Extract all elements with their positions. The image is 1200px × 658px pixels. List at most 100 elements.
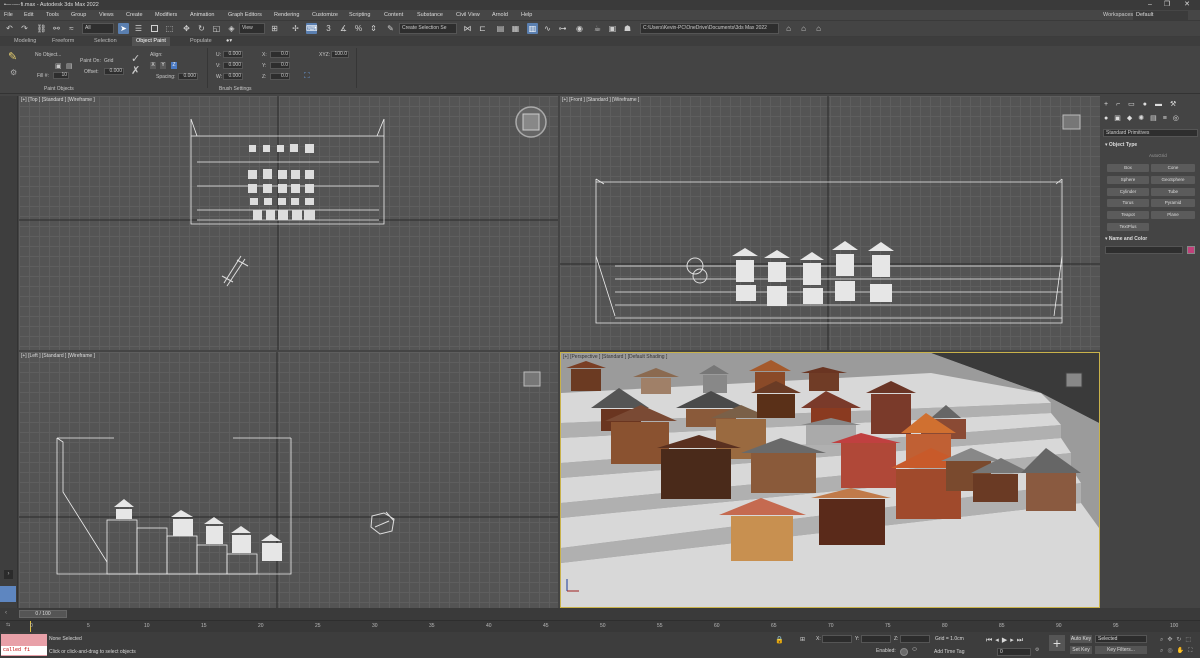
pivot-center-icon[interactable]: ⊞ [269, 23, 280, 34]
playback-controls[interactable]: ⏮◂▶▸⏭ [986, 636, 1026, 645]
viewport-perspective-label[interactable]: [+] [Perspective ] [Standard ] [Default … [563, 354, 667, 360]
time-tag-icon[interactable]: ⬭ [912, 647, 917, 654]
paint-settings-icon[interactable]: ⚙ [10, 68, 17, 77]
named-selection-set-dropdown[interactable]: Create Selection Se [399, 23, 457, 34]
fill-spinner[interactable]: 10 [53, 72, 69, 79]
box-button[interactable]: Box [1107, 164, 1149, 172]
w-spinner[interactable]: 0.000 [223, 73, 243, 80]
adaptive-degradation-toggle[interactable] [900, 648, 908, 656]
rotate-icon[interactable]: ↻ [196, 23, 207, 34]
y-coord-field[interactable] [861, 635, 891, 643]
primitives-dropdown[interactable]: Standard Primitives [1103, 129, 1198, 137]
time-prev-icon[interactable]: ‹ [5, 610, 7, 616]
menu-content[interactable]: Content [384, 10, 403, 21]
scale-icon[interactable]: ◱ [211, 23, 222, 34]
object-type-rollout[interactable]: ▾ Object Type [1105, 142, 1137, 148]
viewport-navigation-icons[interactable]: ⌕✥↻⬚ [1160, 636, 1195, 644]
u-spinner[interactable]: 0.000 [223, 51, 243, 58]
redo-icon[interactable]: ↷ [19, 23, 30, 34]
key-mode-dropdown[interactable]: Selected [1095, 635, 1147, 643]
project-folder-icon[interactable]: ⌂ [783, 23, 794, 34]
current-frame-field[interactable]: 0 [997, 648, 1031, 656]
add-time-tag[interactable]: Add Time Tag [934, 649, 964, 655]
tab-selection[interactable]: Selection [94, 37, 117, 46]
menu-modifiers[interactable]: Modifiers [155, 10, 177, 21]
manipulate-icon[interactable]: ✢ [290, 23, 301, 34]
x-coord-field[interactable] [822, 635, 852, 643]
open-folder-icon[interactable]: ⌂ [813, 23, 824, 34]
erase-icon[interactable]: ✗ [131, 64, 140, 77]
cylinder-button[interactable]: Cylinder [1107, 188, 1149, 196]
window-crossing-icon[interactable]: ⬚ [164, 23, 175, 34]
spinner-snap-icon[interactable]: ⇕ [368, 23, 379, 34]
menu-views[interactable]: Views [99, 10, 114, 21]
angle-snap-icon[interactable]: ∡ [338, 23, 349, 34]
toggle-layer-explorer-icon[interactable]: ▦ [510, 23, 521, 34]
project-path-field[interactable]: C:\Users\Kevin-PC\OneDrive\Documents\3ds… [640, 23, 779, 34]
y-spinner[interactable]: 0.0 [270, 62, 290, 69]
menu-civil-view[interactable]: Civil View [456, 10, 480, 21]
object-name-field[interactable] [1105, 246, 1183, 254]
menu-scripting[interactable]: Scripting [349, 10, 370, 21]
menu-substance[interactable]: Substance [417, 10, 443, 21]
paint-brush-icon[interactable]: ✎ [8, 50, 17, 63]
maximize-button[interactable]: ❐ [1160, 0, 1174, 10]
menu-file[interactable]: File [4, 10, 13, 21]
plane-button[interactable]: Plane [1151, 211, 1195, 219]
no-object-label[interactable]: No Object... [35, 52, 61, 58]
tab-populate[interactable]: Populate [190, 37, 212, 46]
offset-spinner[interactable]: 0.000 [104, 68, 124, 75]
menu-help[interactable]: Help [521, 10, 532, 21]
toggle-scene-explorer-icon[interactable]: ▤ [495, 23, 506, 34]
curve-editor-icon[interactable]: ∿ [542, 23, 553, 34]
mini-curve-icon[interactable]: ⇆ [6, 622, 10, 628]
minimize-button[interactable]: – [1143, 0, 1157, 10]
close-button[interactable]: ✕ [1180, 0, 1194, 10]
viewport-layout-icon[interactable] [0, 586, 16, 602]
brush-settings-group-label[interactable]: Brush Settings [219, 86, 252, 92]
torus-button[interactable]: Torus [1107, 199, 1149, 207]
viewport-left[interactable]: [+] [Left ] [Standard ] [Wireframe ] [19, 352, 558, 608]
set-project-icon[interactable]: ⌂ [798, 23, 809, 34]
sphere-button[interactable]: Sphere [1107, 176, 1149, 184]
snaps-toggle-icon[interactable]: 3 [323, 23, 334, 34]
time-configuration-icon[interactable]: ⚙ [1035, 647, 1039, 653]
key-filters-button[interactable]: Key Filters... [1095, 646, 1147, 654]
maxscript-listener[interactable]: called fi [1, 634, 47, 656]
bind-space-warp-icon[interactable]: ≈ [66, 23, 77, 34]
viewport-top-label[interactable]: [+] [Top ] [Standard ] [Wireframe ] [21, 97, 95, 103]
object-color-swatch[interactable] [1187, 246, 1195, 254]
percent-snap-icon[interactable]: % [353, 23, 364, 34]
z-spinner[interactable]: 0.0 [270, 73, 290, 80]
tab-object-paint[interactable]: Object Paint [132, 37, 170, 46]
v-spinner[interactable]: 0.000 [223, 62, 243, 69]
set-key-button[interactable]: Set Key [1070, 646, 1092, 654]
cone-button[interactable]: Cone [1151, 164, 1195, 172]
menu-tools[interactable]: Tools [46, 10, 59, 21]
auto-key-button[interactable]: Auto Key [1070, 635, 1092, 643]
spacing-spinner[interactable]: 0.000 [178, 73, 198, 80]
keyboard-shortcut-override-icon[interactable]: ⌨ [306, 23, 318, 34]
autogrid-checkbox[interactable]: AutoGrid [1149, 153, 1167, 158]
edit-list-icon[interactable]: ▤ [66, 62, 73, 70]
rectangle-selection-icon[interactable] [151, 25, 158, 32]
textplus-button[interactable]: TextPlus [1107, 223, 1149, 231]
expand-icon[interactable]: › [4, 570, 13, 579]
menu-create[interactable]: Create [126, 10, 143, 21]
viewport-left-label[interactable]: [+] [Left ] [Standard ] [Wireframe ] [21, 353, 95, 359]
axis-z-button[interactable]: Z [171, 62, 177, 69]
render-setup-icon[interactable]: ☕ [592, 23, 603, 34]
track-bar[interactable]: ⇆ 0 5 10 15 20 25 30 35 40 45 50 55 60 65 70 75 80 85 90 95… [0, 620, 1200, 632]
reference-coordinate-dropdown[interactable]: View [239, 23, 265, 34]
teapot-button[interactable]: Teapot [1107, 211, 1149, 219]
undo-icon[interactable]: ↶ [4, 23, 15, 34]
tube-button[interactable]: Tube [1151, 188, 1195, 196]
x-spinner[interactable]: 0.0 [270, 51, 290, 58]
place-icon[interactable]: ◈ [226, 23, 237, 34]
viewport-front-label[interactable]: [+] [Front ] [Standard ] [Wireframe ] [562, 97, 639, 103]
move-icon[interactable]: ✥ [181, 23, 192, 34]
xyz-spinner[interactable]: 100.0 [331, 51, 349, 58]
name-color-rollout[interactable]: ▾ Name and Color [1105, 236, 1147, 242]
menu-rendering[interactable]: Rendering [274, 10, 299, 21]
tab-freeform[interactable]: Freeform [52, 37, 74, 46]
